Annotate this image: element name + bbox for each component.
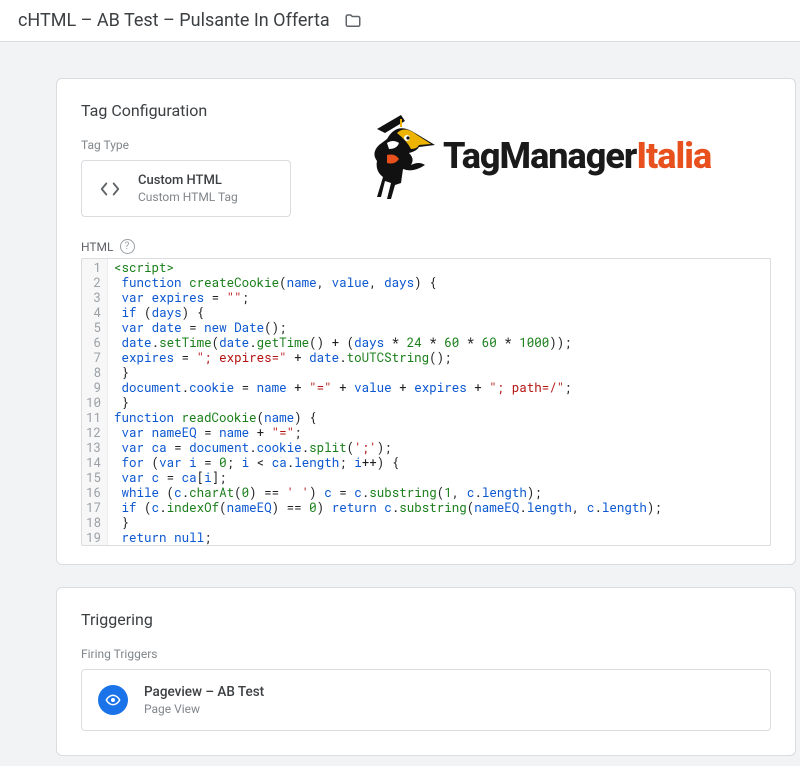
page-title[interactable]: cHTML – AB Test – Pulsante In Offerta	[18, 10, 330, 31]
tag-configuration-card: Tag Configuration Tag Type Custom HTML C…	[56, 78, 796, 565]
tag-type-secondary: Custom HTML Tag	[138, 190, 238, 204]
trigger-primary: Pageview – AB Test	[144, 684, 264, 700]
triggering-card: Triggering Firing Triggers Pageview – AB…	[56, 587, 796, 756]
watermark-logo: TagManagerItalia	[367, 111, 711, 201]
tag-type-primary: Custom HTML	[138, 173, 238, 188]
firing-triggers-label: Firing Triggers	[81, 647, 771, 661]
tag-configuration-title: Tag Configuration	[81, 101, 771, 120]
triggering-title: Triggering	[81, 610, 771, 629]
trigger-row[interactable]: Pageview – AB Test Page View	[81, 669, 771, 731]
code-brackets-icon	[96, 175, 124, 203]
trigger-secondary: Page View	[144, 702, 264, 716]
code-gutter: 12345678910111213141516171819	[82, 259, 108, 545]
page-body: Tag Configuration Tag Type Custom HTML C…	[0, 42, 800, 766]
tag-type-label: Tag Type	[81, 138, 771, 152]
help-icon[interactable]: ?	[120, 239, 135, 254]
header-bar: cHTML – AB Test – Pulsante In Offerta	[0, 0, 800, 42]
woodpecker-icon	[367, 111, 437, 201]
code-body[interactable]: <script> function createCookie(name, val…	[108, 259, 668, 545]
html-code-editor[interactable]: 12345678910111213141516171819 <script> f…	[81, 258, 771, 546]
tag-type-selector[interactable]: Custom HTML Custom HTML Tag	[81, 160, 291, 217]
html-editor-label: HTML	[81, 240, 114, 254]
folder-icon[interactable]	[344, 12, 362, 30]
pageview-eye-icon	[98, 685, 128, 715]
